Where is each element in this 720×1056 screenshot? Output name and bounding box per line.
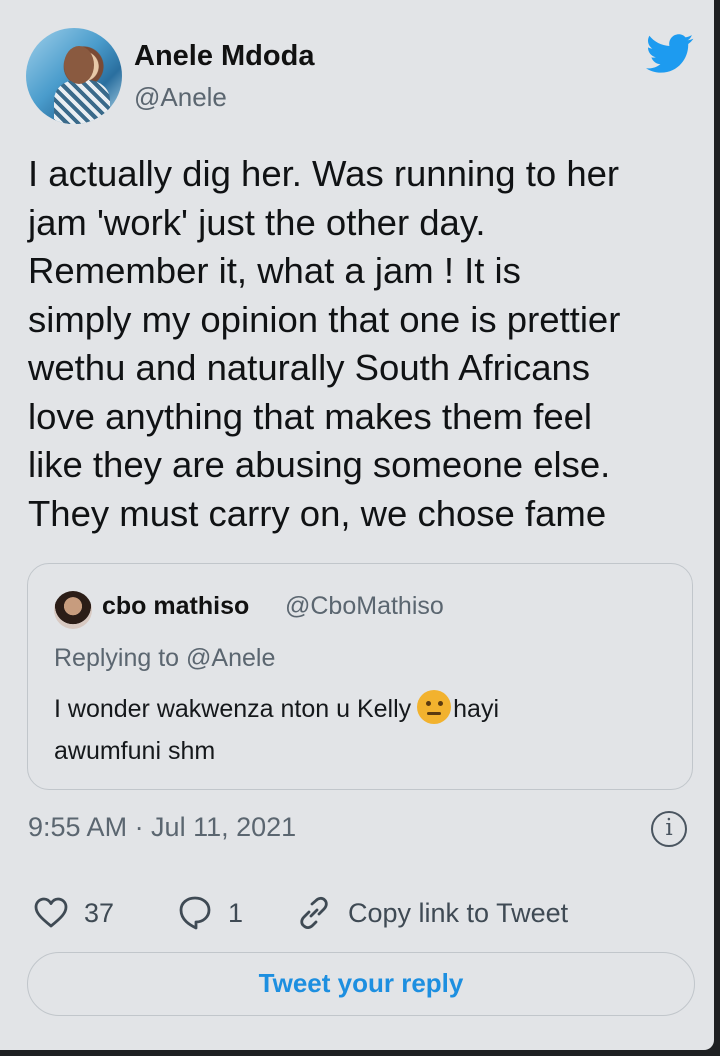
tweet-text-line: Remember it, what a jam ! It is	[28, 250, 521, 291]
tweet-timestamp[interactable]: 9:55 AM · Jul 11, 2021	[28, 812, 296, 843]
tweet-text-line: love anything that makes them feel	[28, 395, 593, 437]
quoted-text-line: awumfuni shm	[54, 737, 216, 765]
quoted-text-end: hayi	[453, 695, 500, 723]
comment-icon	[179, 896, 211, 930]
like-button[interactable]: 37	[34, 893, 114, 933]
tweet-text-line: I actually dig her. Was running to her	[28, 153, 620, 194]
author-handle[interactable]: @Anele	[134, 82, 227, 113]
tweet-card: Anele Mdoda @Anele I actually dig her. W…	[0, 0, 714, 1050]
tweet-your-reply-button[interactable]: Tweet your reply	[27, 952, 695, 1016]
reply-count-button[interactable]: 1	[178, 893, 243, 933]
avatar-body-decoration	[54, 80, 110, 124]
tweet-actions: 37 1 Copy link to Tweet	[34, 893, 694, 933]
quoted-author-handle: @CboMathiso	[285, 592, 444, 620]
tweet-text: I actually dig her. Was running to her j…	[28, 150, 698, 538]
tweet-text-line: like they are abusing someone else.	[28, 444, 611, 485]
copy-link-button[interactable]: Copy link to Tweet	[296, 893, 568, 933]
author-avatar[interactable]	[26, 28, 122, 124]
quoted-tweet[interactable]: cbo mathiso @CboMathiso Replying to @Ane…	[27, 563, 693, 790]
tweet-text-line: jam 'work' just the other day.	[28, 201, 486, 243]
twitter-bird-icon	[646, 34, 694, 73]
reply-count: 1	[228, 897, 244, 928]
info-icon[interactable]: i	[651, 811, 687, 847]
tweet-text-line: They must carry on, we chose fame	[28, 492, 607, 534]
quoted-author-name: cbo mathiso	[102, 592, 250, 620]
avatar-face-decoration	[64, 46, 94, 84]
tweet-text-line: wethu and naturally South Africans	[28, 347, 591, 388]
replying-to-mention[interactable]: @Anele	[186, 644, 275, 672]
author-display-name[interactable]: Anele Mdoda	[134, 40, 314, 73]
tweet-text-line: simply my opinion that one is prettier	[28, 298, 621, 340]
thinking-face-icon	[417, 690, 452, 724]
quoted-author-avatar	[54, 591, 92, 629]
quoted-text-start: I wonder wakwenza nton u Kelly	[54, 695, 412, 723]
like-count: 37	[84, 897, 115, 928]
replying-to-prefix: Replying to	[54, 644, 180, 672]
heart-icon	[34, 897, 68, 928]
quoted-tweet-text: I wonder wakwenza nton u Kelly hayi awumf…	[54, 688, 674, 772]
replying-to-line: Replying to @Anele	[54, 644, 275, 673]
copy-link-label: Copy link to Tweet	[348, 897, 569, 928]
link-icon	[300, 896, 328, 930]
quoted-text-line: I wonder wakwenza nton u Kelly hayi	[54, 688, 674, 730]
